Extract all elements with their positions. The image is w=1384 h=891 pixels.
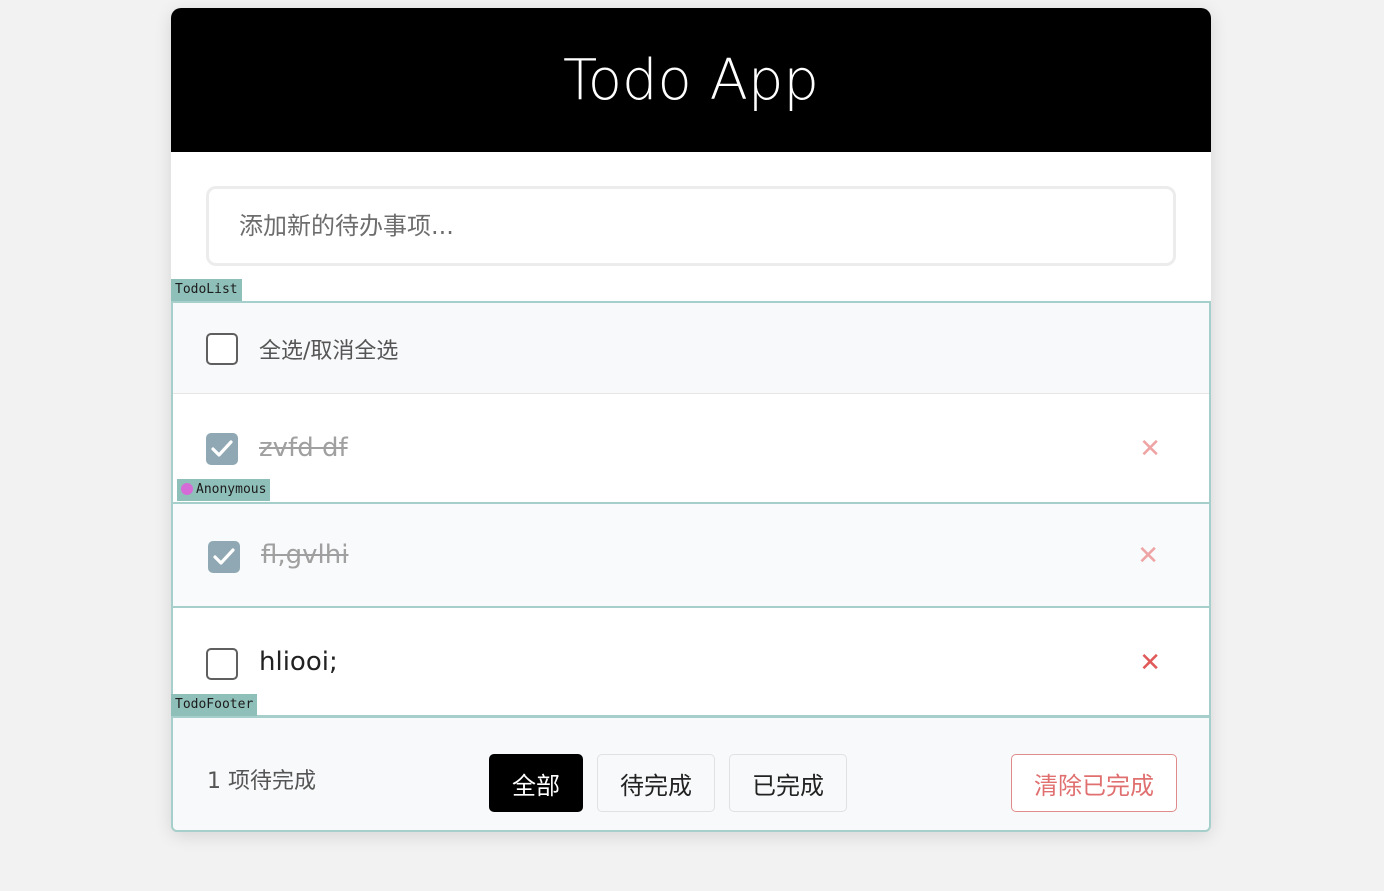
- close-icon[interactable]: ✕: [1139, 650, 1161, 676]
- close-icon[interactable]: ✕: [1137, 543, 1159, 569]
- todo-label: hliooi;: [259, 647, 338, 677]
- filter-completed-button[interactable]: 已完成: [729, 754, 847, 812]
- todo-label: fl,gvlhi: [261, 540, 349, 570]
- todo-toggle-checkbox[interactable]: [208, 541, 240, 573]
- todo-item: fl,gvlhi ✕: [171, 502, 1211, 608]
- app-header: Todo App: [171, 8, 1211, 152]
- app-title: Todo App: [563, 47, 819, 113]
- devtools-label-todolist: TodoList: [171, 279, 242, 301]
- todo-label: zvfd df: [259, 433, 348, 463]
- todo-item: hliooi; ✕: [173, 609, 1209, 715]
- component-icon: [181, 483, 193, 495]
- clear-completed-button[interactable]: 清除已完成: [1011, 754, 1177, 812]
- close-icon[interactable]: ✕: [1139, 436, 1161, 462]
- checkmark-icon: [213, 548, 235, 565]
- checkmark-icon: [211, 440, 233, 457]
- todo-item: zvfd df ✕: [173, 395, 1209, 502]
- toggle-all-checkbox[interactable]: [206, 333, 238, 365]
- todo-footer: 1 项待完成 全部 待完成 已完成 清除已完成: [171, 716, 1211, 832]
- toggle-all-row: 全选/取消全选: [173, 303, 1209, 394]
- devtools-label-anonymous: Anonymous: [177, 479, 271, 501]
- filter-active-button[interactable]: 待完成: [597, 754, 715, 812]
- filter-all-button[interactable]: 全部: [489, 754, 583, 812]
- new-todo-input[interactable]: [206, 186, 1176, 266]
- todo-toggle-checkbox[interactable]: [206, 433, 238, 465]
- todo-app: Todo App TodoList 全选/取消全选 zvfd df ✕: [171, 8, 1211, 832]
- toggle-all-label: 全选/取消全选: [259, 339, 399, 364]
- todo-list: 全选/取消全选 zvfd df ✕ fl,gvlhi ✕ hliooi; ✕: [171, 301, 1211, 717]
- todo-toggle-checkbox[interactable]: [206, 648, 238, 680]
- filter-group: 全部 待完成 已完成: [489, 754, 847, 812]
- new-todo-wrapper: [206, 186, 1176, 266]
- remaining-count: 1 项待完成: [207, 769, 316, 794]
- devtools-label-footer: TodoFooter: [171, 694, 258, 716]
